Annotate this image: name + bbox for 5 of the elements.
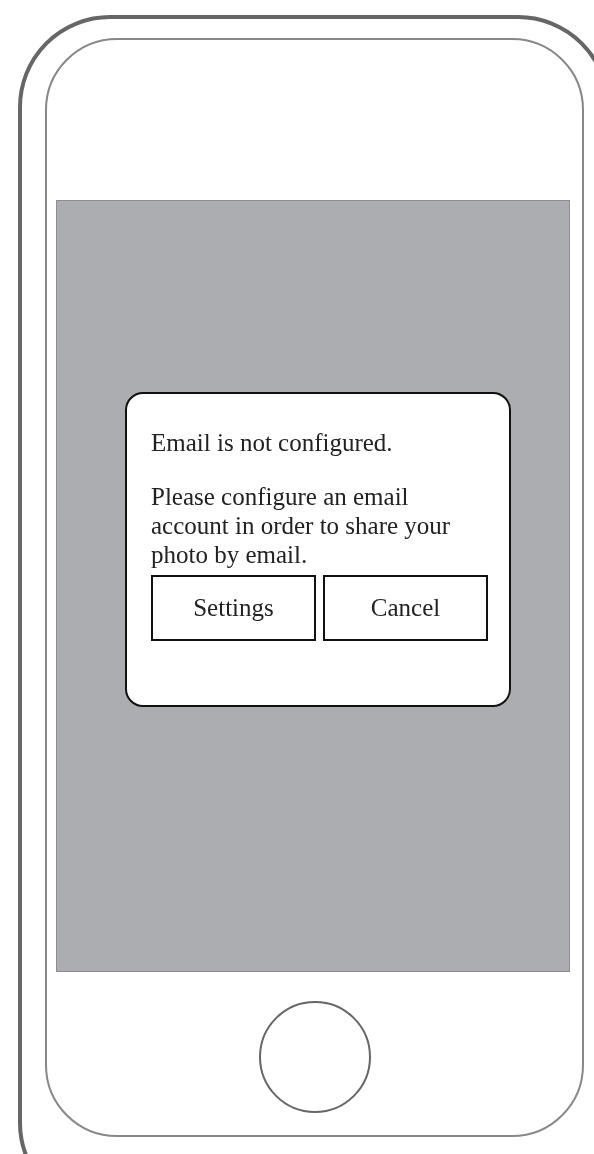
cancel-button[interactable]: Cancel: [323, 575, 488, 641]
home-button[interactable]: [259, 1001, 371, 1113]
dialog-message: Please configure an email account in order to share your photo by email.: [151, 482, 452, 569]
settings-button[interactable]: Settings: [151, 575, 316, 641]
dialog-title: Email is not configured.: [151, 428, 394, 458]
